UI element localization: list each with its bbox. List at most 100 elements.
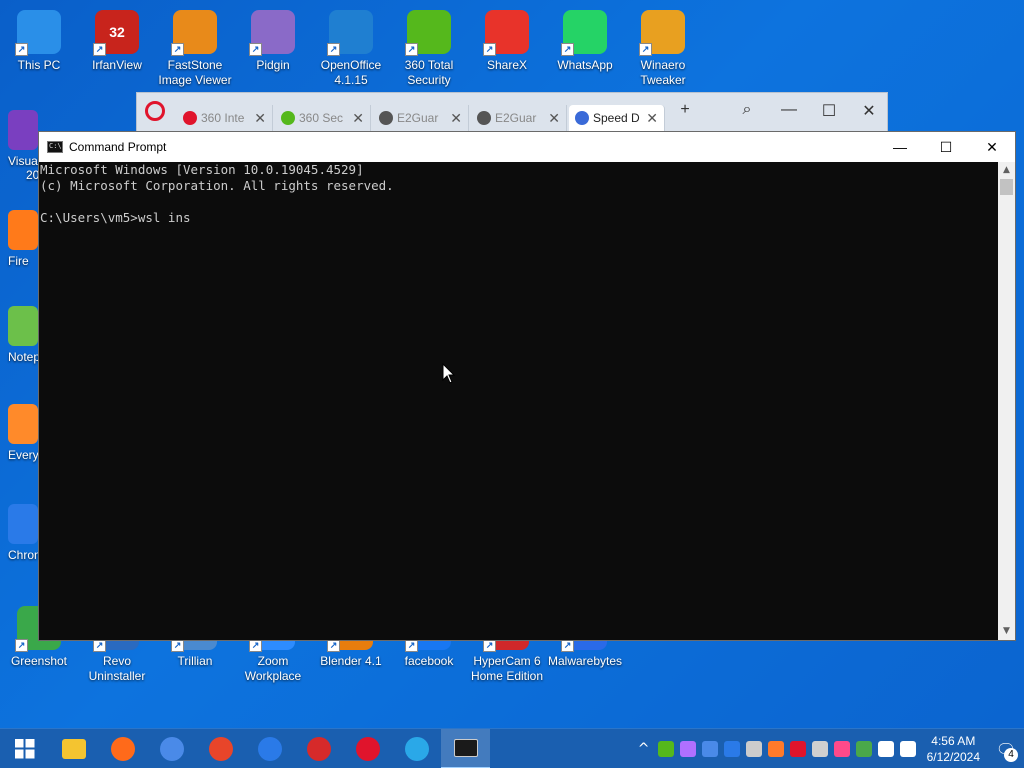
taskbar-brave[interactable] <box>196 729 245 768</box>
tray-icon-12[interactable] <box>899 741 916 757</box>
cmd-title: Command Prompt <box>69 140 167 154</box>
action-center-button[interactable]: 🗨 4 <box>988 729 1024 768</box>
browser-window[interactable]: 360 Inte ✕ 360 Sec ✕ E2Guar ✕ E2Guar ✕ Speed D ✕ … <box>136 92 888 132</box>
tray-icon-3[interactable] <box>701 741 718 757</box>
system-tray: ^ 4:56 AM 6/12/2024 🗨 4 <box>633 729 1024 768</box>
cmd-scrollbar[interactable]: ▲ ▼ <box>998 162 1015 640</box>
tab-favicon-icon <box>477 111 491 125</box>
tab-label: 360 Sec <box>299 111 344 125</box>
desktop-icon-label: FastStone Image Viewer <box>158 58 232 87</box>
firefox-icon <box>110 736 135 761</box>
tray-icon-9[interactable] <box>833 741 850 757</box>
desktop-icon-top-3[interactable]: ↗ Pidgin <box>234 10 312 73</box>
desktop-icon-label: HyperCam 6 Home Edition <box>470 654 544 683</box>
tab-close-icon[interactable]: ✕ <box>450 110 462 127</box>
tab-close-icon[interactable]: ✕ <box>352 110 364 127</box>
cmd-app-icon: C:\ <box>47 141 63 153</box>
scroll-down-icon[interactable]: ▼ <box>998 623 1015 640</box>
command-prompt-window[interactable]: C:\ Command Prompt — ☐ ✕ Microsoft Windo… <box>38 131 1016 641</box>
tab-favicon-icon <box>281 111 295 125</box>
new-tab-button[interactable]: + <box>673 101 697 119</box>
app-icon: ↗ <box>483 10 529 56</box>
desktop-icon-label: Trillian <box>177 654 213 668</box>
cmd-minimize-button[interactable]: — <box>877 132 923 162</box>
tray-icon-4[interactable] <box>723 741 740 757</box>
browser-tab-4[interactable]: Speed D ✕ <box>569 105 665 131</box>
desktop-icon-label: Winaero Tweaker <box>640 58 686 87</box>
app-icon: 32 ↗ <box>93 10 139 56</box>
tab-favicon-icon <box>183 111 197 125</box>
taskbar: ^ 4:56 AM 6/12/2024 🗨 4 <box>0 728 1024 768</box>
tab-label: Speed D <box>593 111 640 125</box>
tray-icon-2[interactable] <box>679 741 696 757</box>
taskbar-opera[interactable] <box>343 729 392 768</box>
app-icon: ↗ <box>639 10 685 56</box>
thunderbird-icon <box>257 736 282 761</box>
app-icon: ↗ <box>15 10 61 56</box>
browser-tab-2[interactable]: E2Guar ✕ <box>373 105 469 131</box>
app-icon: ↗ <box>405 10 451 56</box>
app-icon <box>8 110 38 150</box>
opera-logo-icon[interactable] <box>145 101 165 121</box>
clock[interactable]: 4:56 AM 6/12/2024 <box>919 733 988 765</box>
tab-close-icon[interactable]: ✕ <box>548 110 560 127</box>
tray-icon-5[interactable] <box>745 741 762 757</box>
taskbar-thunderbird[interactable] <box>245 729 294 768</box>
browser-tab-0[interactable]: 360 Inte ✕ <box>177 105 273 131</box>
taskbar-start-button[interactable] <box>0 729 49 768</box>
desktop-icon-top-7[interactable]: ↗ WhatsApp <box>546 10 624 73</box>
tab-close-icon[interactable]: ✕ <box>254 110 266 127</box>
tray-icon-11[interactable] <box>877 741 894 757</box>
browser-minimize-button[interactable]: — <box>777 101 801 119</box>
desktop-icon-label: ShareX <box>486 58 528 72</box>
browser-tab-1[interactable]: 360 Sec ✕ <box>275 105 371 131</box>
taskbar-wps-office[interactable] <box>294 729 343 768</box>
taskbar-file-explorer[interactable] <box>49 729 98 768</box>
app-icon: ↗ <box>249 10 295 56</box>
taskbar-app-blue[interactable] <box>392 729 441 768</box>
desktop-icon-label: Pidgin <box>256 58 290 72</box>
cmd-close-button[interactable]: ✕ <box>969 132 1015 162</box>
desktop-icon-top-0[interactable]: ↗ This PC <box>0 10 78 73</box>
file-explorer-icon <box>61 738 86 759</box>
chrome-icon <box>159 736 184 761</box>
browser-tab-3[interactable]: E2Guar ✕ <box>471 105 567 131</box>
tab-favicon-icon <box>379 111 393 125</box>
desktop-icon-top-8[interactable]: ↗ Winaero Tweaker <box>624 10 702 88</box>
shortcut-arrow-icon: ↗ <box>405 43 418 56</box>
cmd-maximize-button[interactable]: ☐ <box>923 132 969 162</box>
browser-search-button[interactable]: ⌕ <box>735 101 759 119</box>
tray-icon-8[interactable] <box>811 741 828 757</box>
desktop-icon-top-1[interactable]: 32 ↗ IrfanView <box>78 10 156 73</box>
tray-icon-1[interactable] <box>657 741 674 757</box>
tab-close-icon[interactable]: ✕ <box>646 110 658 127</box>
taskbar-chrome[interactable] <box>147 729 196 768</box>
browser-close-button[interactable]: ✕ <box>857 101 881 121</box>
cmd-titlebar[interactable]: C:\ Command Prompt — ☐ ✕ <box>39 132 1015 162</box>
desktop-icon-label: IrfanView <box>92 58 142 72</box>
tab-label: E2Guar <box>397 111 439 125</box>
command-prompt-icon <box>453 738 478 757</box>
browser-maximize-button[interactable]: ☐ <box>817 101 841 121</box>
tray-icon-7[interactable] <box>789 741 806 757</box>
tray-icon-0[interactable]: ^ <box>636 741 652 757</box>
tray-icon-6[interactable] <box>767 741 784 757</box>
console-line: C:\Users\vm5>wsl ins <box>40 210 191 225</box>
tray-icon-10[interactable] <box>855 741 872 757</box>
desktop-icon-top-4[interactable]: ↗ OpenOffice 4.1.15 <box>312 10 390 88</box>
tab-label: 360 Inte <box>201 111 245 125</box>
console-line: Microsoft Windows [Version 10.0.19045.45… <box>40 162 364 177</box>
shortcut-arrow-icon: ↗ <box>249 43 262 56</box>
app-icon: ↗ <box>561 10 607 56</box>
scroll-thumb[interactable] <box>1000 179 1013 195</box>
desktop-icon-top-2[interactable]: ↗ FastStone Image Viewer <box>156 10 234 88</box>
desktop-icon-top-6[interactable]: ↗ ShareX <box>468 10 546 73</box>
scroll-up-icon[interactable]: ▲ <box>998 162 1015 179</box>
start-button-icon <box>14 738 35 759</box>
app-icon <box>8 306 38 346</box>
clock-date: 6/12/2024 <box>926 750 980 764</box>
taskbar-command-prompt[interactable] <box>441 728 490 768</box>
taskbar-firefox[interactable] <box>98 729 147 768</box>
desktop-icon-top-5[interactable]: ↗ 360 Total Security <box>390 10 468 88</box>
console-output[interactable]: Microsoft Windows [Version 10.0.19045.45… <box>39 162 999 640</box>
